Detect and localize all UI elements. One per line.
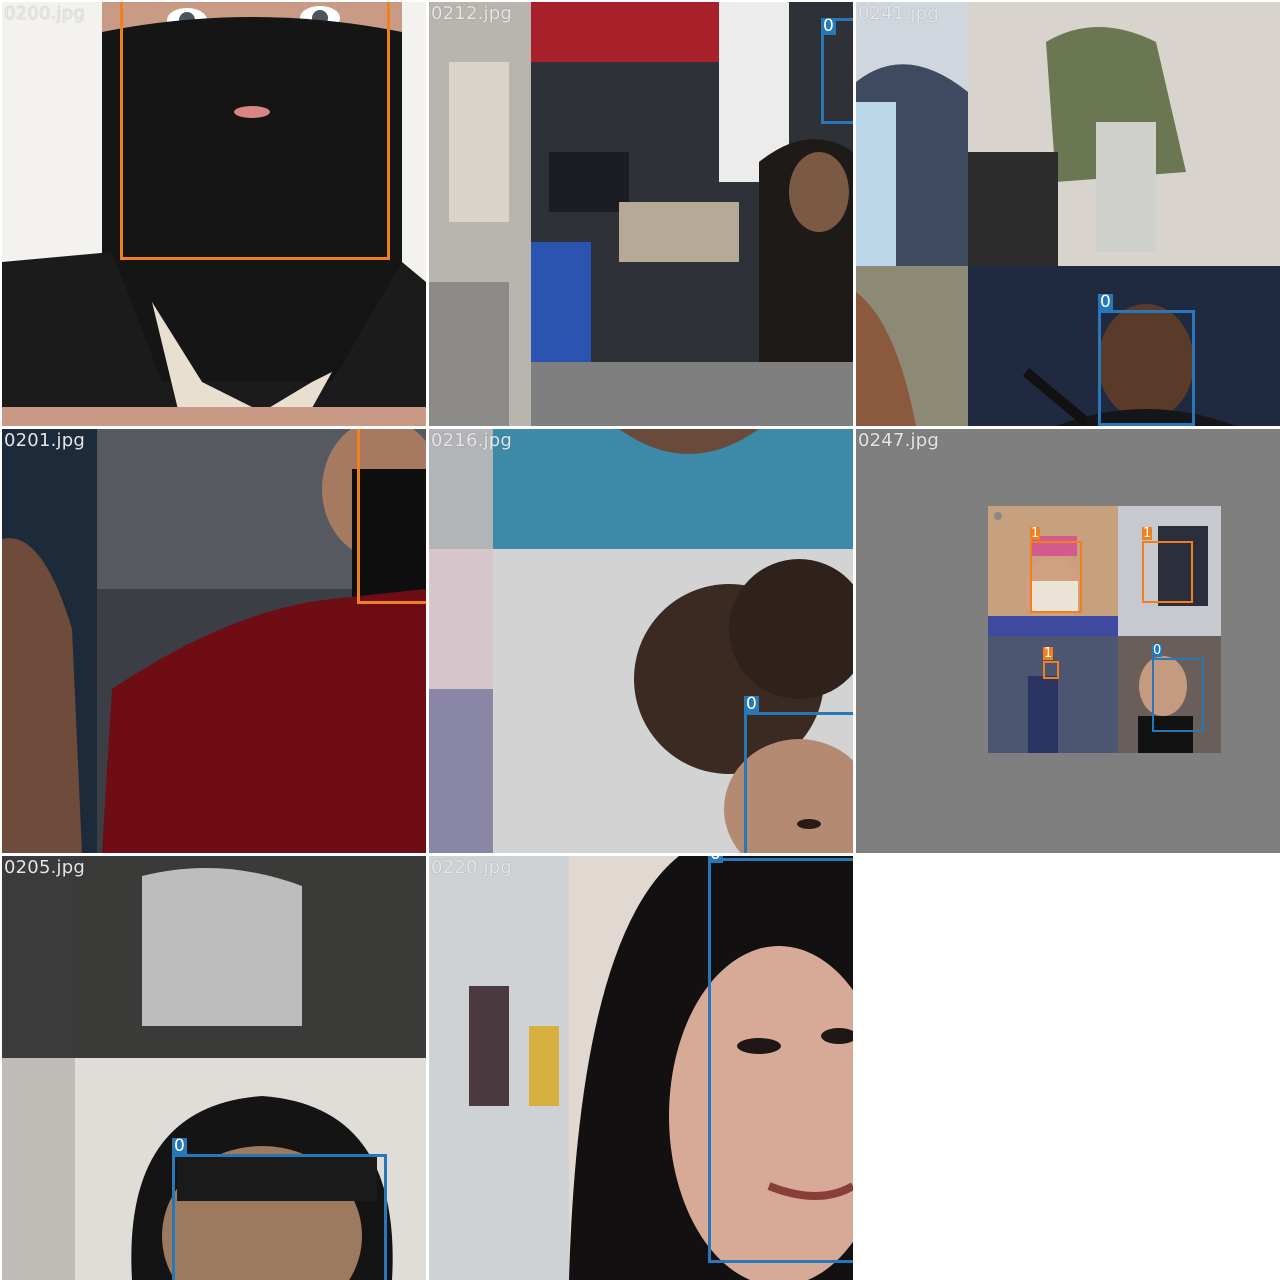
image-mosaic: 0200.jpg 0 0212.jpg 0 0241.jpg 0201.jpg … [0,0,1280,1280]
inset-bbox-class-0 [1152,658,1204,732]
inset-bbox-class-1 [1142,541,1193,603]
bbox-class-0 [172,1154,387,1280]
tile-0220: 0 0220.jpg [429,856,853,1280]
tile-0201: 1 0201.jpg [2,429,426,853]
inset-bbox-label: 1 [1030,526,1041,541]
filename-label: 0200.jpg [4,3,85,24]
filename-label: 0212.jpg [431,3,512,24]
bbox-label: 0 [744,694,759,714]
inset-bbox-label: 0 [1152,643,1163,658]
filename-label: 0220.jpg [431,857,512,878]
bbox-label: 0 [172,1136,187,1156]
tile-0216: 0 0216.jpg [429,429,853,853]
filename-label: 0205.jpg [4,857,85,878]
tile-0205: 0 0205.jpg [2,856,426,1280]
bbox-label: 0 [708,856,723,863]
inset-collage: 1 1 1 0 [988,506,1221,753]
filename-label: 0201.jpg [4,430,85,451]
bbox-label: 0 [821,16,836,36]
filename-label: 0241.jpg [858,3,939,24]
bbox-class-0 [708,858,853,1263]
empty-cell [856,856,1280,1280]
inset-bbox-class-1 [1043,661,1059,679]
photo-street-and-man [856,2,1280,426]
bbox-label: 0 [1098,292,1113,312]
inset-bbox-class-1 [1030,541,1082,613]
bbox-class-1 [357,429,426,604]
tile-0241: 0 0241.jpg [856,2,1280,426]
inset-bbox-label: 1 [1142,526,1153,541]
filename-label: 0216.jpg [431,430,512,451]
inset-bbox-label: 1 [1043,646,1054,661]
photo-office [429,2,853,426]
tile-0247: 1 1 1 0 0247.jpg [856,429,1280,853]
bbox-class-1 [120,2,390,260]
tile-0212: 0 0212.jpg [429,2,853,426]
bbox-class-0 [744,712,853,853]
filename-label: 0247.jpg [858,430,939,451]
bbox-class-0 [1098,310,1195,426]
tile-0200: 0200.jpg [2,2,426,426]
